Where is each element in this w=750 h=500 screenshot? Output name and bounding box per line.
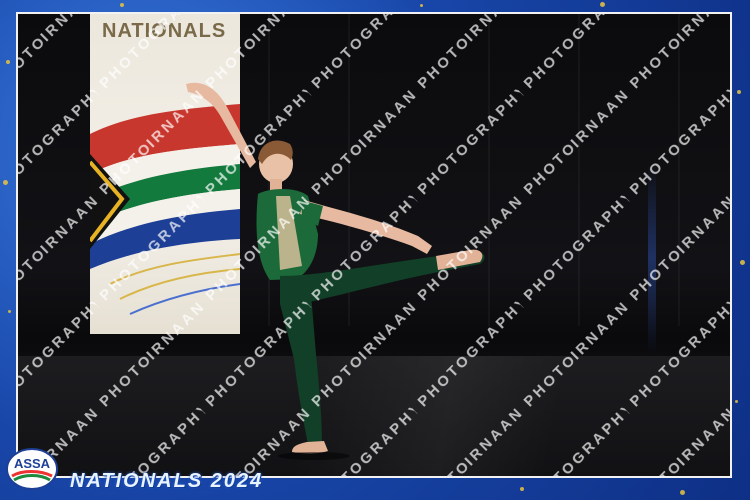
photo-frame: NATIONALS ASSA NATIONALS 2024: [0, 0, 750, 500]
dance-photo: NATIONALS: [16, 12, 732, 478]
glitter-speck: [740, 260, 745, 265]
glitter-speck: [8, 310, 11, 313]
logo-text: ASSA: [14, 456, 51, 471]
assa-logo: ASSA: [6, 448, 58, 490]
glitter-speck: [3, 180, 8, 185]
glitter-speck: [520, 487, 524, 491]
dancer-figure: [186, 82, 485, 460]
glitter-speck: [6, 60, 10, 64]
glitter-speck: [600, 2, 605, 7]
glitter-speck: [680, 490, 685, 495]
glitter-speck: [737, 90, 741, 94]
glitter-speck: [420, 4, 423, 7]
glitter-speck: [735, 400, 738, 403]
event-title: NATIONALS 2024: [70, 470, 264, 492]
glitter-speck: [120, 3, 124, 7]
